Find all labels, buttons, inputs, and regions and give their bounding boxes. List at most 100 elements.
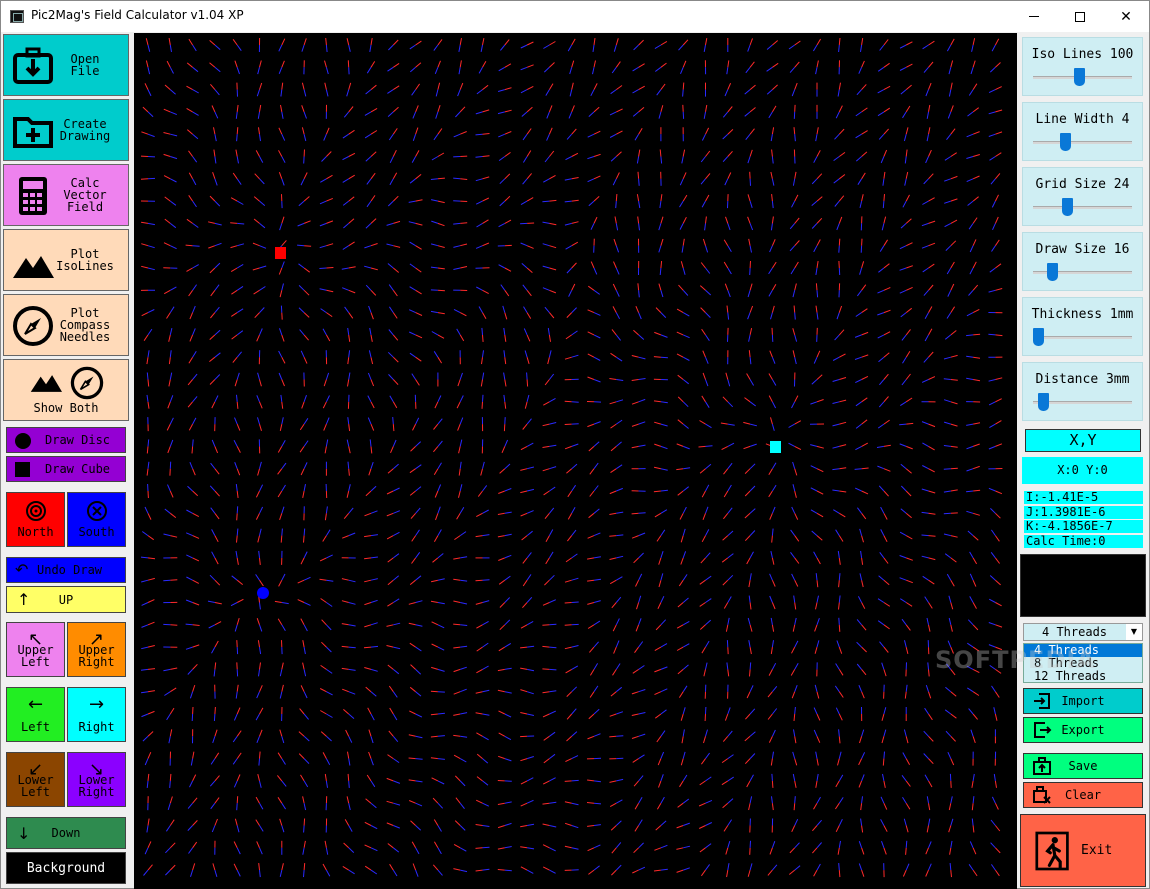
arrow-right-icon: → [88,694,105,715]
slider-track[interactable] [1033,336,1132,339]
left-button[interactable]: ← Left [6,687,65,742]
slider-box: Distance 3mm [1022,362,1143,421]
emergency-exit-icon [1035,831,1069,871]
slider-thumb[interactable] [1046,263,1058,281]
north-label: North [17,525,54,539]
mountains-icon [13,256,54,278]
cube-marker[interactable] [770,441,781,453]
window-title: Pic2Mag's Field Calculator v1.04 XP [31,8,244,22]
briefcase-save-icon [1033,757,1051,775]
arrow-up-icon: ↑ [17,590,31,609]
left-label: Left [21,720,50,734]
slider-box: Line Width 4 [1022,102,1143,161]
north-pole-marker[interactable] [275,247,286,259]
field-canvas[interactable] [134,33,1017,889]
close-button[interactable]: ✕ [1103,1,1149,32]
upper-left-label: Upper Left [17,643,54,669]
undo-draw-label: Undo Draw [37,563,103,577]
slider-label: Grid Size 24 [1035,177,1130,192]
draw-cube-label: Draw Cube [45,462,111,476]
south-button[interactable]: South [67,492,126,547]
minimize-button[interactable] [1011,1,1057,32]
minimize-icon [1029,16,1039,17]
slider-track[interactable] [1033,141,1132,144]
calculator-icon [19,177,47,215]
briefcase-download-icon [13,47,53,84]
cross-circle-icon [87,501,107,521]
calc-vector-field-button[interactable]: Calc Vector Field [3,164,129,226]
threads-select[interactable]: 4 Threads ▼ [1023,623,1143,641]
slider-thumb[interactable] [1060,133,1071,151]
preview-box [1020,554,1146,617]
slider-label: Line Width 4 [1035,112,1130,127]
title-bar: Pic2Mag's Field Calculator v1.04 XP ✕ [1,1,1149,32]
close-icon: ✕ [1120,8,1132,25]
threads-selected: 4 Threads [1042,625,1108,639]
watermark: SOFTPEDIA [935,646,1096,674]
j-value: J:1.3981E-6 [1024,506,1143,519]
south-pole-marker[interactable] [257,587,269,599]
plot-isolines-label: Plot IsoLines [56,247,114,273]
app-icon [10,10,24,23]
arrow-left-icon: ← [27,694,44,715]
import-label: Import [1061,694,1105,708]
xy-header: X,Y [1025,429,1141,452]
slider-thumb[interactable] [1061,198,1073,216]
app-window: Pic2Mag's Field Calculator v1.04 XP ✕ Op… [0,0,1150,889]
slider-thumb[interactable] [1037,393,1049,411]
upper-right-button[interactable]: ↗ Upper Right [67,622,126,677]
calc-vector-field-label: Calc Vector Field [63,176,107,214]
lower-left-label: Lower Left [17,773,54,799]
north-button[interactable]: North [6,492,65,547]
slider-thumb[interactable] [1033,328,1044,346]
lower-right-label: Lower Right [78,773,115,799]
show-both-button[interactable]: Show Both [3,359,129,421]
show-both-label: Show Both [33,401,99,415]
slider-label: Thickness 1mm [1031,307,1134,322]
k-value: K:-4.1856E-7 [1024,520,1143,533]
slider-label: Iso Lines 100 [1031,47,1134,62]
plot-compass-needles-button[interactable]: Plot Compass Needles [3,294,129,356]
save-label: Save [1068,759,1098,773]
import-button[interactable]: Import [1023,688,1143,714]
clear-button[interactable]: Clear [1023,782,1143,808]
vector-field-plot [140,37,1003,878]
draw-disc-button[interactable]: Draw Disc [6,427,126,453]
compass-icon [13,306,53,346]
maximize-button[interactable] [1057,1,1103,32]
export-button[interactable]: Export [1023,717,1143,743]
create-drawing-label: Create Drawing [59,117,111,143]
upper-left-button[interactable]: ↖ Upper Left [6,622,65,677]
slider-label: Draw Size 16 [1035,242,1130,257]
up-button[interactable]: ↑ UP [6,586,126,613]
plot-isolines-button[interactable]: Plot IsoLines [3,229,129,291]
draw-cube-button[interactable]: Draw Cube [6,456,126,482]
undo-draw-button[interactable]: ↶ Undo Draw [6,557,126,583]
open-file-button[interactable]: Open File [3,34,129,96]
south-label: South [78,525,115,539]
upper-right-label: Upper Right [78,643,115,669]
save-button[interactable]: Save [1023,753,1143,779]
slider-track[interactable] [1033,206,1132,209]
right-button[interactable]: → Right [67,687,126,742]
slider-label: Distance 3mm [1035,372,1130,387]
lower-left-button[interactable]: ↙ Lower Left [6,752,65,807]
export-icon [1034,722,1052,738]
mountains-icon [30,375,62,392]
chevron-down-icon[interactable]: ▼ [1126,624,1142,640]
cube-icon [15,462,30,477]
create-drawing-button[interactable]: Create Drawing [3,99,129,161]
slider-thumb[interactable] [1073,68,1085,86]
compass-icon [70,366,104,400]
background-button[interactable]: Background [6,852,126,884]
exit-button[interactable]: Exit [1020,814,1146,887]
target-icon [26,501,46,521]
folder-plus-icon [13,117,53,148]
disc-icon [15,433,31,449]
lower-right-button[interactable]: ↘ Lower Right [67,752,126,807]
up-label: UP [58,592,74,607]
exit-label: Exit [1081,843,1113,858]
calc-time: Calc Time:0 [1024,535,1143,548]
export-label: Export [1061,723,1105,737]
down-button[interactable]: ↓ Down [6,817,126,849]
